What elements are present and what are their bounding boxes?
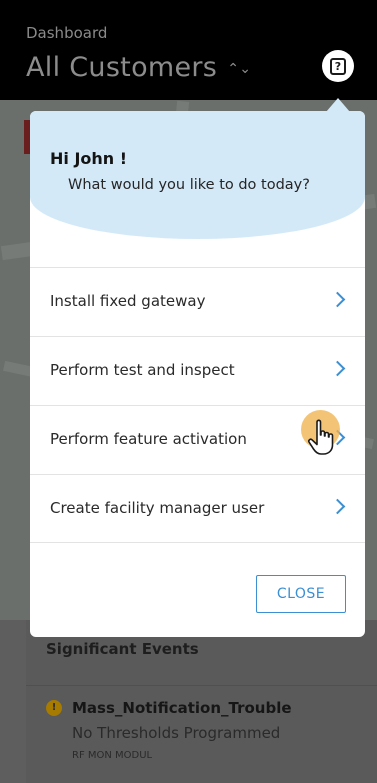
menu-item-label: Perform feature activation bbox=[50, 430, 247, 448]
prompt-text: What would you like to do today? bbox=[68, 177, 310, 193]
greeting-text: Hi John ! bbox=[50, 149, 128, 168]
divider bbox=[26, 685, 377, 686]
header-title: All Customers bbox=[26, 52, 218, 83]
event-device: RF MON MODUL bbox=[72, 750, 153, 761]
chevron-right-icon bbox=[329, 291, 346, 308]
header-subtitle: Dashboard bbox=[26, 24, 108, 42]
warning-icon bbox=[46, 700, 62, 716]
close-button[interactable]: CLOSE bbox=[256, 575, 346, 613]
chevron-right-icon bbox=[329, 360, 346, 377]
hand-pointer-icon bbox=[307, 419, 334, 455]
customer-selector[interactable]: All Customers ⌃⌄ bbox=[26, 52, 251, 83]
popup-hero bbox=[30, 111, 365, 239]
app-header: Dashboard All Customers ⌃⌄ bbox=[0, 0, 377, 100]
event-detail: No Thresholds Programmed bbox=[72, 724, 281, 742]
event-name[interactable]: Mass_Notification_Trouble bbox=[72, 699, 292, 717]
significant-events-panel: Significant Events Mass_Notification_Tro… bbox=[26, 620, 377, 783]
chevron-right-icon bbox=[329, 498, 346, 515]
menu-item-label: Create facility manager user bbox=[50, 499, 265, 517]
action-menu: Install fixed gateway Perform test and i… bbox=[30, 267, 365, 543]
chevron-updown-icon: ⌃⌄ bbox=[227, 60, 252, 77]
quick-actions-popup: Hi John ! What would you like to do toda… bbox=[30, 111, 365, 637]
menu-item-perform-test-and-inspect[interactable]: Perform test and inspect bbox=[30, 336, 365, 405]
help-button[interactable]: ? bbox=[322, 50, 354, 82]
menu-item-install-fixed-gateway[interactable]: Install fixed gateway bbox=[30, 267, 365, 336]
menu-item-label: Perform test and inspect bbox=[50, 361, 235, 379]
events-title: Significant Events bbox=[46, 640, 199, 658]
menu-item-label: Install fixed gateway bbox=[50, 292, 206, 310]
help-icon: ? bbox=[330, 57, 346, 75]
menu-item-create-facility-manager-user[interactable]: Create facility manager user bbox=[30, 474, 365, 543]
popup-pointer bbox=[326, 98, 350, 112]
